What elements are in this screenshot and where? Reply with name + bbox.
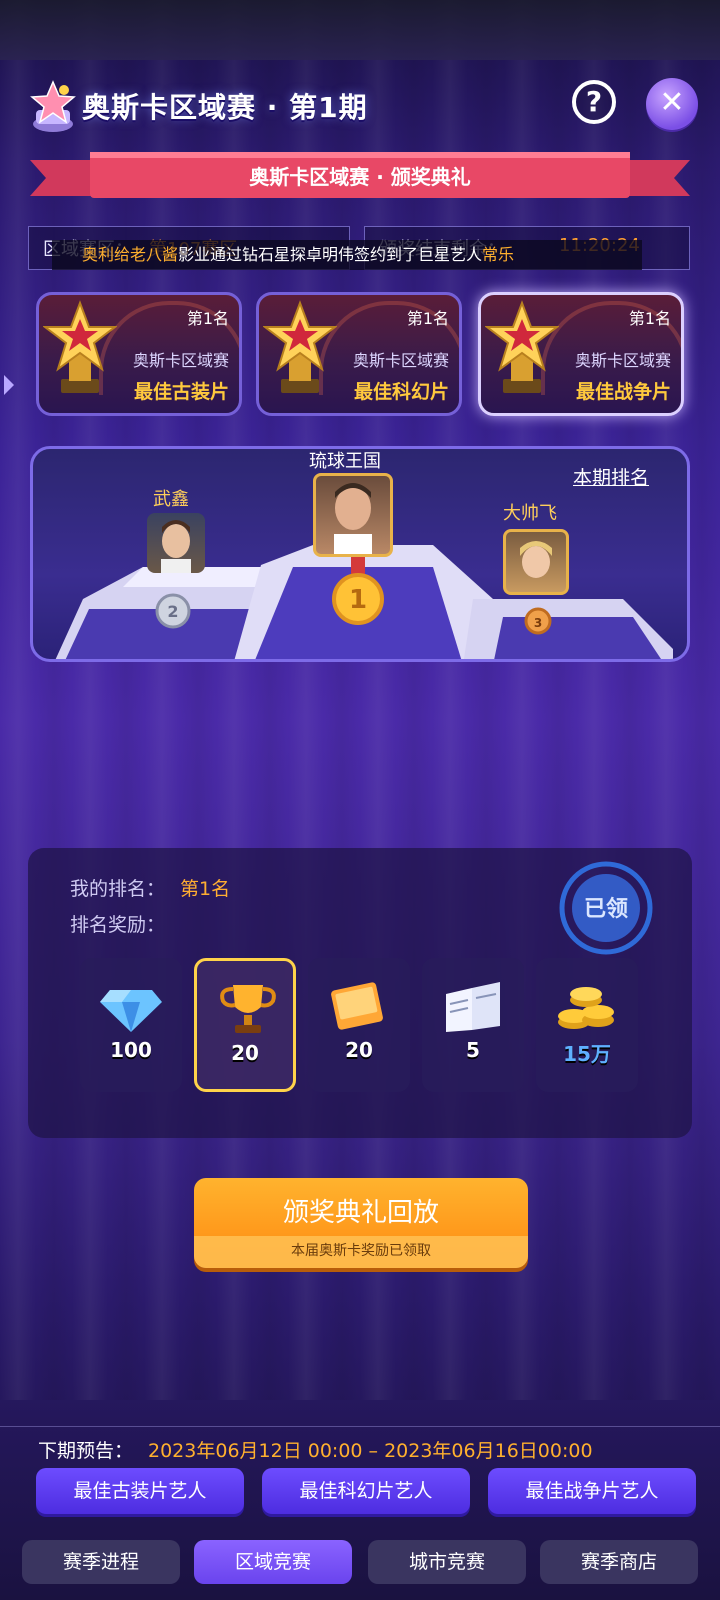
first-place-avatar[interactable] — [313, 473, 393, 557]
nav-season-progress[interactable]: 赛季进程 — [22, 1540, 180, 1584]
portrait — [161, 520, 191, 573]
award-region: 奥斯卡区域赛 — [132, 351, 229, 370]
second-place-name: 武鑫 — [153, 489, 189, 510]
next-scifi-actor-button[interactable]: 最佳科幻片艺人 — [262, 1468, 470, 1514]
next-preview-label: 下期预告： — [38, 1440, 134, 1462]
award-rank: 第1名 — [406, 309, 449, 328]
first-place-name: 琉球王国 — [309, 451, 381, 472]
replay-label: 颁奖典礼回放 — [282, 1198, 439, 1228]
svg-text:3: 3 — [534, 616, 542, 630]
reward-amount: 20 — [231, 1041, 259, 1065]
award-rank: 第1名 — [186, 309, 229, 328]
ribbon-title: 奥斯卡区域赛 · 颁奖典礼 — [249, 165, 471, 189]
next-ancient-actor-button[interactable]: 最佳古装片艺人 — [36, 1468, 244, 1514]
ticker-name-2: 常乐 — [482, 245, 515, 264]
star-trophy-icon — [43, 300, 117, 393]
ticker-name-1: 奥利给老八酱 — [82, 245, 179, 264]
third-place-name: 大帅飞 — [503, 503, 557, 524]
reward-amount: 5 — [466, 1038, 480, 1062]
gold-coins-icon — [558, 987, 614, 1029]
third-place-avatar[interactable] — [503, 529, 569, 595]
reward-amount: 15万 — [563, 1042, 611, 1066]
svg-text:1: 1 — [349, 585, 367, 615]
next-war-actor-button[interactable]: 最佳战争片艺人 — [488, 1468, 696, 1514]
ticket-book-icon — [331, 982, 383, 1030]
side-expand-arrow-icon[interactable] — [0, 365, 18, 405]
second-place-avatar[interactable] — [147, 513, 205, 573]
next-preview-dates: 2023年06月12日 00:00 – 2023年06月16日00:00 — [148, 1440, 593, 1462]
award-cards: 第1名 奥斯卡区域赛 最佳古装片 第1名 奥斯卡区域赛 最佳科幻片 第1名 奥斯… — [36, 292, 686, 420]
reward-amount: 20 — [345, 1038, 373, 1062]
header: 奥斯卡区域赛 · 第1期 ? ✕ — [30, 78, 700, 138]
stamp-text: 已领 — [584, 896, 628, 922]
portrait — [520, 541, 552, 578]
award-region: 奥斯卡区域赛 — [352, 351, 449, 370]
ceremony-replay-button[interactable]: 颁奖典礼回放 本届奥斯卡奖励已领取 — [194, 1178, 528, 1268]
trophy-icon — [220, 985, 276, 1033]
news-ticker: 奥利给老八酱影业通过钻石星探卓明伟签约到了巨星艺人常乐 — [52, 240, 642, 270]
divider — [0, 1426, 720, 1427]
award-card-ancient[interactable]: 第1名 奥斯卡区域赛 最佳古装片 — [36, 292, 242, 416]
reward-item-diamond[interactable]: 100 — [80, 958, 182, 1092]
award-rank: 第1名 — [628, 309, 671, 328]
diamond-icon — [100, 990, 162, 1032]
my-reward-panel: 我的排名： 第1名 排名奖励： 已领 100 20 20 5 15万 — [28, 848, 692, 1138]
award-category: 最佳科幻片 — [353, 381, 449, 403]
ticker-message: 影业通过钻石星探卓明伟签约到了巨星艺人 — [178, 245, 483, 264]
podium-panel: 2 1 3 本期排名 琉球王国 武鑫 大帅飞 — [30, 446, 690, 662]
portrait — [334, 483, 372, 554]
award-card-scifi[interactable]: 第1名 奥斯卡区域赛 最佳科幻片 — [256, 292, 462, 416]
reward-item-contract[interactable]: 5 — [422, 958, 524, 1092]
contract-icon — [446, 982, 500, 1032]
my-rank-label: 我的排名： — [70, 878, 166, 900]
my-rank-value: 第1名 — [180, 878, 231, 900]
replay-subtext: 本届奥斯卡奖励已领取 — [194, 1236, 528, 1268]
reward-item-ticket-book[interactable]: 20 — [308, 958, 410, 1092]
ceremony-ribbon: 奥斯卡区域赛 · 颁奖典礼 — [30, 152, 690, 204]
period-ranking-link[interactable]: 本期排名 — [573, 463, 649, 490]
award-category: 最佳战争片 — [575, 381, 671, 403]
claimed-stamp-icon: 已领 — [559, 861, 653, 955]
nav-region-competition[interactable]: 区域竞赛 — [194, 1540, 352, 1584]
award-category: 最佳古装片 — [133, 381, 229, 403]
rank-reward-label: 排名奖励： — [70, 914, 166, 936]
reward-item-gold-coins[interactable]: 15万 — [536, 958, 638, 1092]
award-region: 奥斯卡区域赛 — [574, 351, 671, 370]
page-title: 奥斯卡区域赛 · 第1期 — [82, 91, 368, 124]
reward-amount: 100 — [110, 1038, 152, 1062]
svg-text:2: 2 — [167, 602, 178, 621]
reward-item-trophy[interactable]: 20 — [194, 958, 296, 1092]
help-button[interactable]: ? — [572, 80, 616, 124]
close-button[interactable]: ✕ — [646, 78, 698, 130]
oscar-logo-icon — [30, 80, 76, 132]
nav-season-shop[interactable]: 赛季商店 — [540, 1540, 698, 1584]
star-trophy-icon — [485, 300, 559, 393]
star-trophy-icon — [263, 300, 337, 393]
top-scene-strip — [0, 0, 720, 60]
nav-city-competition[interactable]: 城市竞赛 — [368, 1540, 526, 1584]
award-card-war[interactable]: 第1名 奥斯卡区域赛 最佳战争片 — [478, 292, 684, 416]
